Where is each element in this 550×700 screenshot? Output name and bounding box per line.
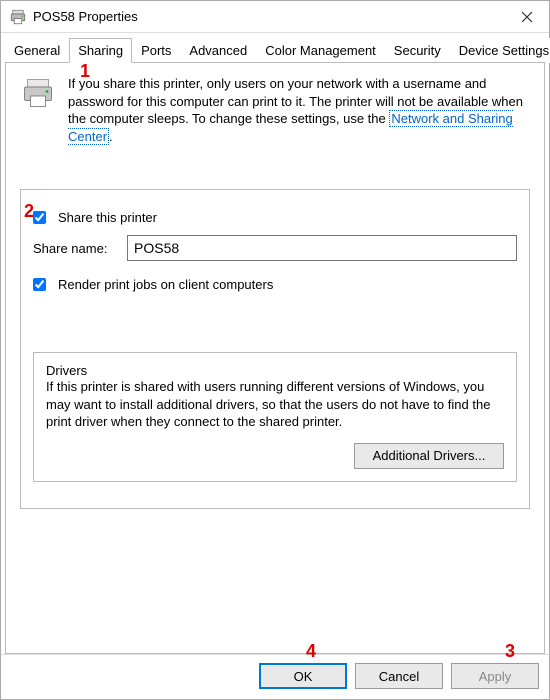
render-client-row: Render print jobs on client computers: [33, 277, 517, 292]
window-title: POS58 Properties: [33, 9, 505, 24]
render-client-label[interactable]: Render print jobs on client computers: [58, 277, 273, 292]
tab-advanced[interactable]: Advanced: [180, 38, 256, 63]
ok-button[interactable]: OK: [259, 663, 347, 689]
render-client-checkbox[interactable]: [33, 278, 46, 291]
apply-button[interactable]: Apply: [451, 663, 539, 689]
share-groupbox: Share this printer Share name: Render pr…: [20, 189, 530, 509]
sharing-intro-text: If you share this printer, only users on…: [68, 75, 530, 145]
close-icon: [521, 11, 533, 23]
tab-strip: General Sharing Ports Advanced Color Man…: [1, 33, 549, 62]
share-name-row: Share name:: [33, 235, 517, 261]
drivers-description: If this printer is shared with users run…: [46, 378, 504, 431]
sharing-intro: If you share this printer, only users on…: [20, 75, 530, 145]
share-name-label: Share name:: [33, 241, 115, 256]
drivers-groupbox: Drivers If this printer is shared with u…: [33, 352, 517, 482]
share-this-printer-row: Share this printer: [33, 210, 517, 225]
share-this-printer-label[interactable]: Share this printer: [58, 210, 157, 225]
tab-sharing[interactable]: Sharing: [69, 38, 132, 63]
close-button[interactable]: [505, 1, 549, 33]
drivers-button-row: Additional Drivers...: [46, 443, 504, 469]
tab-ports[interactable]: Ports: [132, 38, 180, 63]
titlebar: POS58 Properties: [1, 1, 549, 33]
tab-security[interactable]: Security: [385, 38, 450, 63]
printer-icon: [9, 8, 27, 26]
printer-large-icon: [20, 75, 56, 111]
drivers-group-label: Drivers: [46, 363, 87, 378]
additional-drivers-button[interactable]: Additional Drivers...: [354, 443, 504, 469]
tab-device-settings[interactable]: Device Settings: [450, 38, 550, 63]
dialog-button-row: 4 3 OK Cancel Apply: [1, 654, 549, 699]
properties-dialog: POS58 Properties General Sharing Ports A…: [0, 0, 550, 700]
cancel-button[interactable]: Cancel: [355, 663, 443, 689]
share-name-input[interactable]: [127, 235, 517, 261]
tab-color-management[interactable]: Color Management: [256, 38, 385, 63]
sharing-tab-panel: 1 If you share this printer, only users …: [5, 62, 545, 654]
share-this-printer-checkbox[interactable]: [33, 211, 46, 224]
tab-general[interactable]: General: [5, 38, 69, 63]
